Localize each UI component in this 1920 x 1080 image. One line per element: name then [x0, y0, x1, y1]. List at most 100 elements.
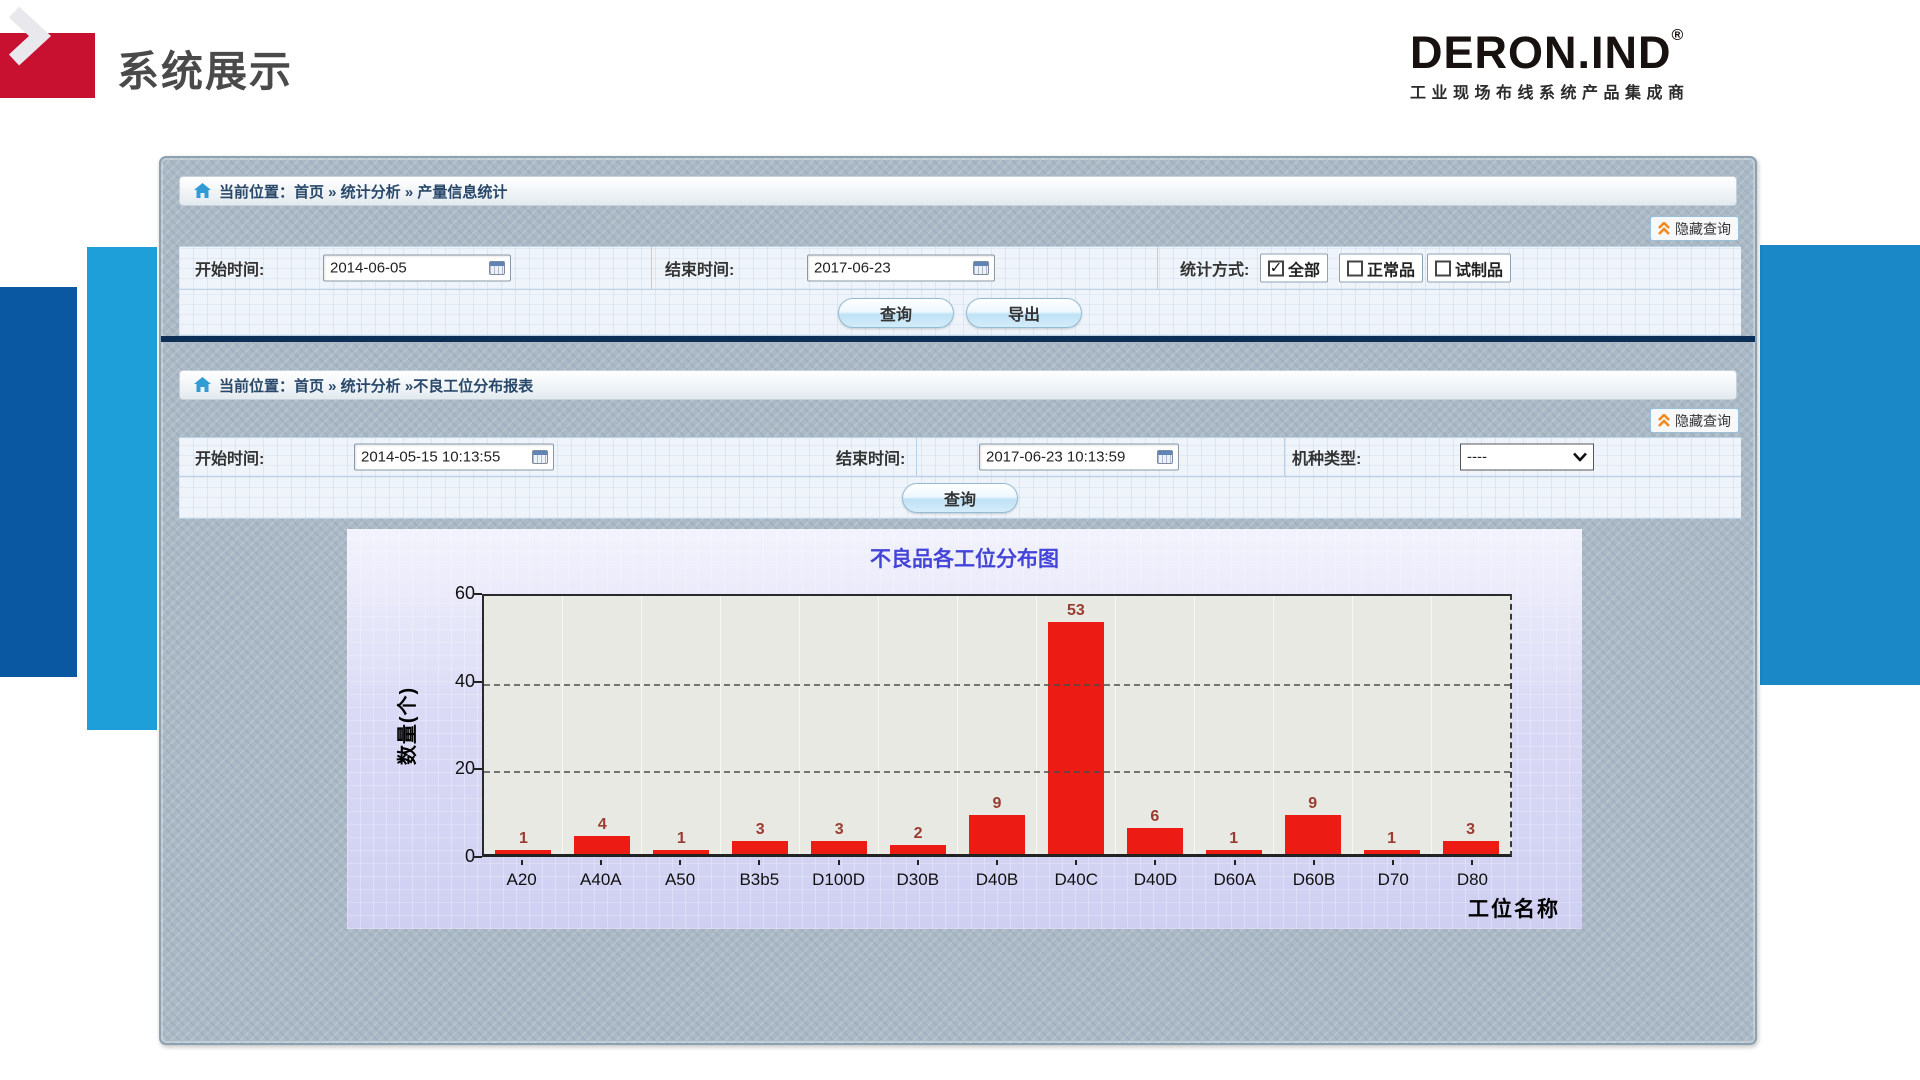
- breadcrumb-text: 当前位置：首页 » 统计分析 »不良工位分布报表: [219, 375, 533, 396]
- bar-D40C: 53: [1036, 602, 1115, 854]
- bar-value-label: 4: [598, 816, 607, 834]
- bar-rect: [1048, 622, 1104, 854]
- defect-distribution-chart: 不良品各工位分布图 数量(个) 14133295361913 0204060 A…: [347, 529, 1582, 929]
- export-button[interactable]: 导出: [966, 298, 1082, 328]
- checkbox-label: 正常品: [1367, 256, 1415, 280]
- calendar-icon[interactable]: [973, 261, 989, 275]
- bar-rect: [969, 815, 1025, 854]
- brand-name: DERON.IND®: [1410, 30, 1740, 75]
- hide-query-label: 隐藏查询: [1675, 411, 1731, 431]
- bar-value-label: 53: [1067, 602, 1085, 620]
- y-tick-mark: [473, 768, 482, 770]
- gridline-40: [484, 684, 1510, 686]
- checkbox-normal[interactable]: 正常品: [1339, 254, 1423, 283]
- x-tick-B3b5: B3b5: [720, 860, 799, 890]
- calendar-icon[interactable]: [1157, 450, 1173, 464]
- bar-A20: 1: [484, 830, 563, 854]
- checkbox-label: 试制品: [1455, 256, 1503, 280]
- machine-type-label: 机种类型:: [1292, 445, 1361, 469]
- query-button-1[interactable]: 查询: [838, 298, 954, 328]
- x-tick-D70: D70: [1354, 860, 1433, 890]
- query-form-production: 开始时间: 结束时间: 统计方式: 全部 正常品 试制品: [179, 246, 1741, 290]
- decor-band-right-blue: [1760, 245, 1920, 685]
- start-time-label-2: 开始时间:: [195, 445, 264, 469]
- brand-chevron-icon: [8, 6, 52, 66]
- bar-D60B: 9: [1273, 795, 1352, 854]
- query-button-2[interactable]: 查询: [902, 483, 1018, 513]
- bar-rect: [1206, 850, 1262, 854]
- home-icon[interactable]: [194, 183, 211, 199]
- bar-value-label: 9: [1308, 795, 1317, 813]
- breadcrumb-production-stats: 当前位置：首页 » 统计分析 » 产量信息统计: [179, 176, 1737, 206]
- brand-block: DERON.IND® 工业现场布线系统产品集成商: [1410, 30, 1740, 103]
- chevron-down-icon: [1573, 453, 1587, 462]
- y-tick-label: 20: [435, 758, 475, 779]
- panel-separator: [161, 336, 1755, 342]
- breadcrumb-defect-report: 当前位置：首页 » 统计分析 »不良工位分布报表: [179, 370, 1737, 400]
- y-tick-label: 60: [435, 583, 475, 604]
- hide-query-button-1[interactable]: 隐藏查询: [1650, 216, 1739, 241]
- main-panel: 当前位置：首页 » 统计分析 » 产量信息统计 隐藏查询 开始时间: 结束时间:…: [159, 156, 1757, 1045]
- decor-band-light-blue: [87, 247, 157, 730]
- bar-A50: 1: [642, 830, 721, 854]
- checkbox-label: 全部: [1288, 256, 1320, 280]
- calendar-icon[interactable]: [532, 450, 548, 464]
- checkbox-all[interactable]: 全部: [1260, 254, 1328, 283]
- x-tick-D40C: D40C: [1037, 860, 1116, 890]
- bar-rect: [574, 836, 630, 854]
- home-icon[interactable]: [194, 377, 211, 393]
- start-time-label-1: 开始时间:: [195, 256, 264, 280]
- bars: 14133295361913: [484, 596, 1510, 854]
- bar-D80: 3: [1431, 821, 1510, 854]
- start-date-input-1[interactable]: [323, 255, 511, 282]
- bar-D100D: 3: [800, 821, 879, 854]
- bar-rect: [1364, 850, 1420, 854]
- bar-D60A: 1: [1194, 830, 1273, 854]
- x-tick-D100D: D100D: [799, 860, 878, 890]
- bar-rect: [1285, 815, 1341, 854]
- calendar-icon[interactable]: [489, 261, 505, 275]
- bar-value-label: 3: [1466, 821, 1475, 839]
- x-tick-D40B: D40B: [957, 860, 1036, 890]
- hide-query-button-2[interactable]: 隐藏查询: [1650, 408, 1739, 433]
- y-tick-label: 40: [435, 671, 475, 692]
- bar-D40D: 6: [1115, 808, 1194, 854]
- end-date-input-1[interactable]: [807, 255, 995, 282]
- start-datetime-input[interactable]: [354, 444, 554, 471]
- checkbox-trial[interactable]: 试制品: [1427, 254, 1511, 283]
- breadcrumb-text: 当前位置：首页 » 统计分析 » 产量信息统计: [219, 181, 507, 202]
- bar-value-label: 1: [1387, 830, 1396, 848]
- page-title: 系统展示: [117, 38, 293, 99]
- hide-query-label: 隐藏查询: [1675, 219, 1731, 239]
- bar-D30B: 2: [879, 825, 958, 854]
- button-row-defect: 查询: [179, 477, 1741, 519]
- bar-value-label: 9: [993, 795, 1002, 813]
- bar-value-label: 1: [677, 830, 686, 848]
- plot-area: 14133295361913: [482, 594, 1512, 857]
- select-value: ----: [1467, 449, 1487, 466]
- bar-rect: [1443, 841, 1499, 854]
- y-tick-mark: [473, 593, 482, 595]
- query-form-defect: 开始时间: 结束时间: 机种类型: ----: [179, 437, 1741, 477]
- divider: [1284, 438, 1285, 476]
- bar-value-label: 3: [756, 821, 765, 839]
- end-datetime-input[interactable]: [979, 444, 1179, 471]
- button-row-production: 查询 导出: [179, 290, 1741, 336]
- stat-mode-label: 统计方式:: [1180, 256, 1249, 280]
- bar-D70: 1: [1352, 830, 1431, 854]
- machine-type-select[interactable]: ----: [1460, 444, 1594, 471]
- x-tick-A40A: A40A: [561, 860, 640, 890]
- registered-mark: ®: [1672, 27, 1685, 44]
- x-axis-label: 工位名称: [1468, 893, 1560, 923]
- x-axis-labels: A20A40AA50B3b5D100DD30BD40BD40CD40DD60AD…: [482, 860, 1512, 890]
- gridline-20: [484, 771, 1510, 773]
- x-tick-D40D: D40D: [1116, 860, 1195, 890]
- decor-band-dark-blue: [0, 287, 77, 677]
- bar-rect: [732, 841, 788, 854]
- bar-value-label: 6: [1150, 808, 1159, 826]
- x-tick-D30B: D30B: [878, 860, 957, 890]
- end-time-label-1: 结束时间:: [665, 256, 734, 280]
- checkbox-icon: [1347, 260, 1363, 276]
- y-tick-mark: [473, 681, 482, 683]
- checkbox-icon: [1435, 260, 1451, 276]
